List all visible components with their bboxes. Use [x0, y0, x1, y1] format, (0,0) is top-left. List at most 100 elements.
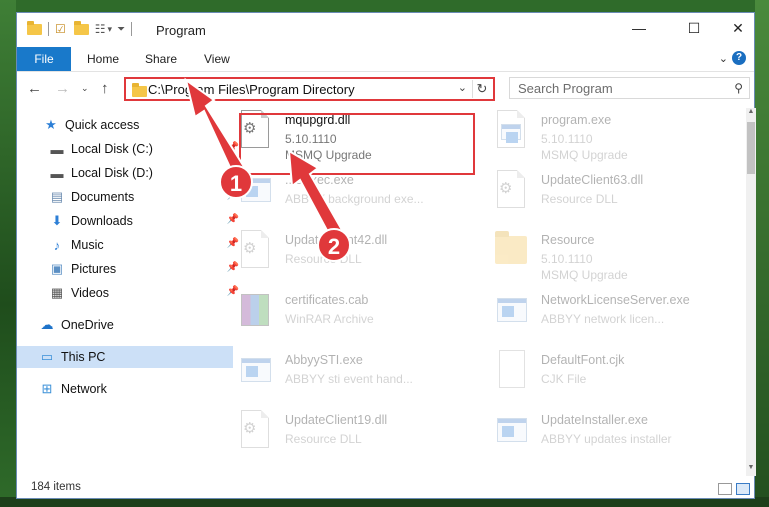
tab-view[interactable]: View	[204, 47, 230, 71]
file-tile[interactable]: AbbyySTI.exe ABBYY sti event hand...	[215, 348, 465, 404]
tab-share[interactable]: Share	[145, 47, 177, 71]
customize-toolbar-icon[interactable]: ⏷	[117, 24, 125, 35]
scroll-down-icon[interactable]: ▼	[746, 464, 756, 476]
nav-label: Pictures	[71, 262, 117, 276]
star-icon: ★	[45, 117, 57, 132]
address-bar[interactable]: C:\Program Files\Program Directory ⌄ ↻	[124, 77, 495, 101]
status-bar: 184 items	[17, 478, 754, 500]
new-folder-icon[interactable]	[73, 20, 89, 35]
exe-window-icon	[493, 410, 529, 454]
folder-icon	[493, 230, 529, 274]
nav-network[interactable]: ⊞ Network	[17, 378, 233, 400]
tiles-view-icon[interactable]	[736, 483, 750, 495]
title-bar: ☑ ☷ ▾ ⏷ Program — ☐ ✕	[17, 13, 754, 47]
file-tile[interactable]: certificates.cab WinRAR Archive	[215, 288, 465, 344]
nav-item-videos[interactable]: ▦ Videos 📌	[17, 282, 243, 304]
file-tile[interactable]: program.exe 5.10.1110 MSMQ Upgrade	[471, 108, 721, 164]
window-title: Program	[156, 23, 206, 38]
forward-arrow-icon[interactable]: →	[55, 80, 70, 97]
music-icon: ♪	[53, 237, 61, 253]
tab-home[interactable]: Home	[87, 47, 119, 71]
chevron-down-icon[interactable]: ⌄	[458, 81, 467, 94]
file-tile[interactable]: NetworkLicenseServer.exe ABBYY network l…	[471, 288, 721, 344]
nav-item-documents[interactable]: ▤ Documents 📌	[17, 186, 243, 208]
file-description: MSMQ Upgrade	[541, 148, 628, 162]
desktop-background-left	[0, 0, 16, 507]
minimize-button[interactable]: —	[616, 13, 662, 43]
file-description: Resource DLL	[285, 432, 362, 446]
nav-item-music[interactable]: ♪ Music 📌	[17, 234, 243, 256]
toolbar-divider	[48, 22, 49, 36]
recent-locations-icon[interactable]: ⌄	[81, 83, 89, 94]
back-arrow-icon[interactable]: ←	[27, 80, 42, 97]
nav-item-local-disk-c[interactable]: ▬ Local Disk (C:) 📌	[17, 138, 243, 160]
step-badge-1: 1	[219, 165, 253, 199]
file-description: CJK File	[541, 372, 587, 386]
nav-this-pc[interactable]: ▭ This PC	[17, 346, 233, 368]
vertical-scrollbar[interactable]: ▲ ▼	[746, 108, 756, 476]
drive-icon: ▬	[50, 141, 64, 157]
refresh-icon[interactable]: ↻	[472, 80, 491, 98]
chevron-down-icon[interactable]: ▾	[108, 24, 113, 35]
address-path[interactable]: C:\Program Files\Program Directory	[148, 82, 355, 97]
details-view-icon[interactable]	[718, 483, 732, 495]
videos-icon: ▦	[50, 285, 64, 300]
file-name: AbbyySTI.exe	[285, 353, 363, 367]
maximize-button[interactable]: ☐	[671, 13, 717, 43]
dll-gear-icon: ⚙	[237, 230, 273, 274]
close-button[interactable]: ✕	[715, 13, 761, 43]
folder-icon[interactable]	[27, 20, 42, 35]
nav-label: Downloads	[71, 214, 133, 228]
properties-icon[interactable]: ☑	[55, 22, 66, 36]
scroll-up-icon[interactable]: ▲	[746, 108, 756, 120]
network-icon: ⊞	[41, 381, 53, 396]
nav-quick-access[interactable]: ★ Quick access	[17, 114, 237, 136]
file-tile[interactable]: ⚙ UpdateClient19.dll Resource DLL	[215, 408, 465, 464]
expand-ribbon-icon[interactable]: ⌄	[719, 52, 728, 65]
customize-view-icon[interactable]: ☷	[95, 22, 106, 36]
search-icon[interactable]: ⚲	[734, 81, 743, 95]
up-arrow-icon[interactable]: ↑	[101, 80, 109, 97]
explorer-window: ☑ ☷ ▾ ⏷ Program — ☐ ✕ File Home Share Vi…	[16, 12, 756, 500]
file-tile[interactable]: UpdateInstaller.exe ABBYY updates instal…	[471, 408, 721, 464]
item-count: 184 items	[31, 481, 81, 493]
dll-gear-icon: ⚙	[493, 170, 529, 214]
ribbon-tabs: File Home Share View ⌄ ?	[17, 47, 754, 72]
downloads-icon: ⬇	[51, 213, 63, 228]
tab-file[interactable]: File	[17, 47, 71, 71]
search-input[interactable]: Search Program ⚲	[509, 77, 750, 99]
file-name: Resource	[541, 233, 595, 247]
exe-window-icon	[493, 290, 529, 334]
scrollbar-thumb[interactable]	[747, 122, 755, 174]
file-tile[interactable]: ...eExec.exe ABBYY background exe...	[215, 168, 465, 224]
winrar-icon	[237, 290, 273, 334]
file-tile[interactable]: ⚙ UpdateClient63.dll Resource DLL	[471, 168, 721, 224]
file-description: ABBYY updates installer	[541, 432, 672, 446]
file-name: NetworkLicenseServer.exe	[541, 293, 690, 307]
file-name: UpdateInstaller.exe	[541, 413, 649, 427]
toolbar-divider	[131, 22, 133, 36]
dll-gear-icon: ⚙	[237, 410, 273, 454]
pictures-icon: ▣	[50, 261, 64, 276]
exe-window-icon	[237, 350, 273, 394]
nav-onedrive[interactable]: ☁ OneDrive	[17, 314, 233, 336]
nav-item-local-disk-d[interactable]: ▬ Local Disk (D:) 📌	[17, 162, 243, 184]
nav-label: Videos	[71, 286, 109, 300]
nav-item-downloads[interactable]: ⬇ Downloads 📌	[17, 210, 243, 232]
file-description: WinRAR Archive	[285, 312, 374, 326]
file-name: program.exe	[541, 113, 612, 127]
nav-label: Local Disk (D:)	[71, 166, 153, 180]
nav-item-pictures[interactable]: ▣ Pictures 📌	[17, 258, 243, 280]
step-badge-2: 2	[317, 228, 351, 262]
help-icon[interactable]: ?	[732, 51, 746, 65]
file-name: UpdateClient63.dll	[541, 173, 644, 187]
file-tile[interactable]: Resource 5.10.1110 MSMQ Upgrade	[471, 228, 721, 284]
file-tile[interactable]: DefaultFont.cjk CJK File	[471, 348, 721, 404]
quick-access-toolbar: ☑ ☷ ▾ ⏷	[27, 20, 138, 36]
nav-label: OneDrive	[61, 318, 114, 332]
folder-icon	[132, 83, 147, 97]
nav-label: Local Disk (C:)	[71, 142, 153, 156]
file-highlight-box	[239, 113, 475, 175]
address-row: ← → ⌄ ↑ C:\Program Files\Program Directo…	[17, 72, 754, 106]
computer-icon: ▭	[40, 349, 54, 364]
